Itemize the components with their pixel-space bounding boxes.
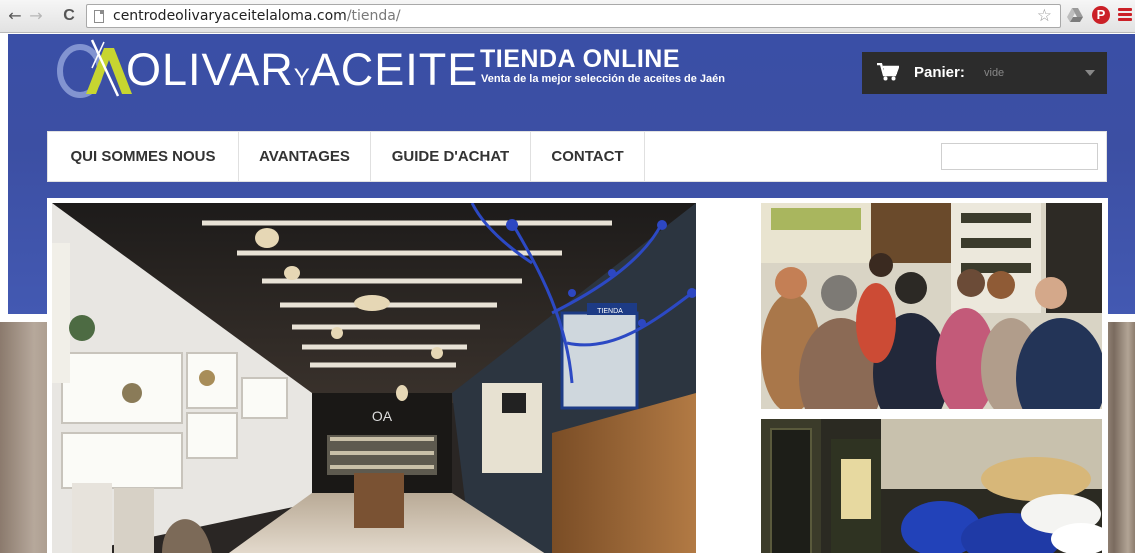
cart-dropdown[interactable]: Panier: vide [862, 52, 1107, 94]
forward-button[interactable]: → [26, 5, 46, 27]
chevron-down-icon [1085, 70, 1095, 76]
drive-icon[interactable] [1066, 6, 1086, 26]
cart-label: Panier: [914, 64, 965, 81]
store-subtitle: Venta de la mejor selección de aceites d… [481, 73, 725, 85]
store-title: TIENDA ONLINE [480, 45, 681, 73]
nav-contact[interactable]: CONTACT [531, 132, 645, 181]
url-path: /tienda/ [346, 8, 401, 24]
shop-interior-photo[interactable]: OA TIENDA [52, 203, 696, 553]
logo-word-aceite: ACEITE [309, 44, 479, 95]
url-host: centrodeolivaryaceitelaloma.com [113, 8, 347, 24]
bookmark-star-icon[interactable]: ☆ [1037, 6, 1052, 26]
tasting-photo[interactable] [761, 419, 1102, 553]
page-icon [94, 10, 104, 23]
page: OLIVARYACEITE TIENDA ONLINE Venta de la … [0, 34, 1135, 553]
logo-connector: Y [293, 64, 310, 91]
main-photo-frame: OA TIENDA [47, 198, 707, 553]
url-text: centrodeolivaryaceitelaloma.com/tienda/ [113, 8, 401, 24]
shop-interior-image: OA TIENDA [52, 203, 696, 553]
browser-toolbar: ← → C centrodeolivaryaceitelaloma.com/ti… [0, 0, 1135, 33]
nav-guide-dachat[interactable]: GUIDE D'ACHAT [371, 132, 531, 181]
logo-word-olivar: OLIVAR [126, 44, 294, 95]
search-input[interactable] [941, 143, 1098, 170]
nav-qui-sommes-nous[interactable]: QUI SOMMES NOUS [48, 132, 239, 181]
reload-button[interactable]: C [59, 5, 79, 27]
cart-icon [877, 63, 899, 81]
logo-text: OLIVARYACEITE [126, 44, 478, 96]
nav-avantages[interactable]: AVANTAGES [239, 132, 371, 181]
logo-mark-icon [57, 39, 132, 98]
main-nav: QUI SOMMES NOUS AVANTAGES GUIDE D'ACHAT … [47, 131, 1107, 182]
tasting-photo-frame [755, 414, 1108, 553]
visitors-photo[interactable] [761, 203, 1102, 409]
pinterest-icon[interactable]: P [1092, 6, 1110, 24]
back-button[interactable]: ← [5, 5, 25, 27]
drive-icon-graphic [1067, 8, 1083, 22]
visitors-photo-frame [755, 198, 1108, 414]
visitors-image [761, 203, 1102, 409]
cart-status: vide [984, 67, 1005, 79]
left-margin [0, 34, 8, 322]
menu-icon[interactable] [1118, 6, 1132, 26]
tasting-image [761, 419, 1102, 553]
wall-logo-text: OA [372, 408, 393, 424]
address-bar[interactable]: centrodeolivaryaceitelaloma.com/tienda/ … [86, 4, 1061, 28]
photo-sign-text: TIENDA [597, 308, 623, 315]
